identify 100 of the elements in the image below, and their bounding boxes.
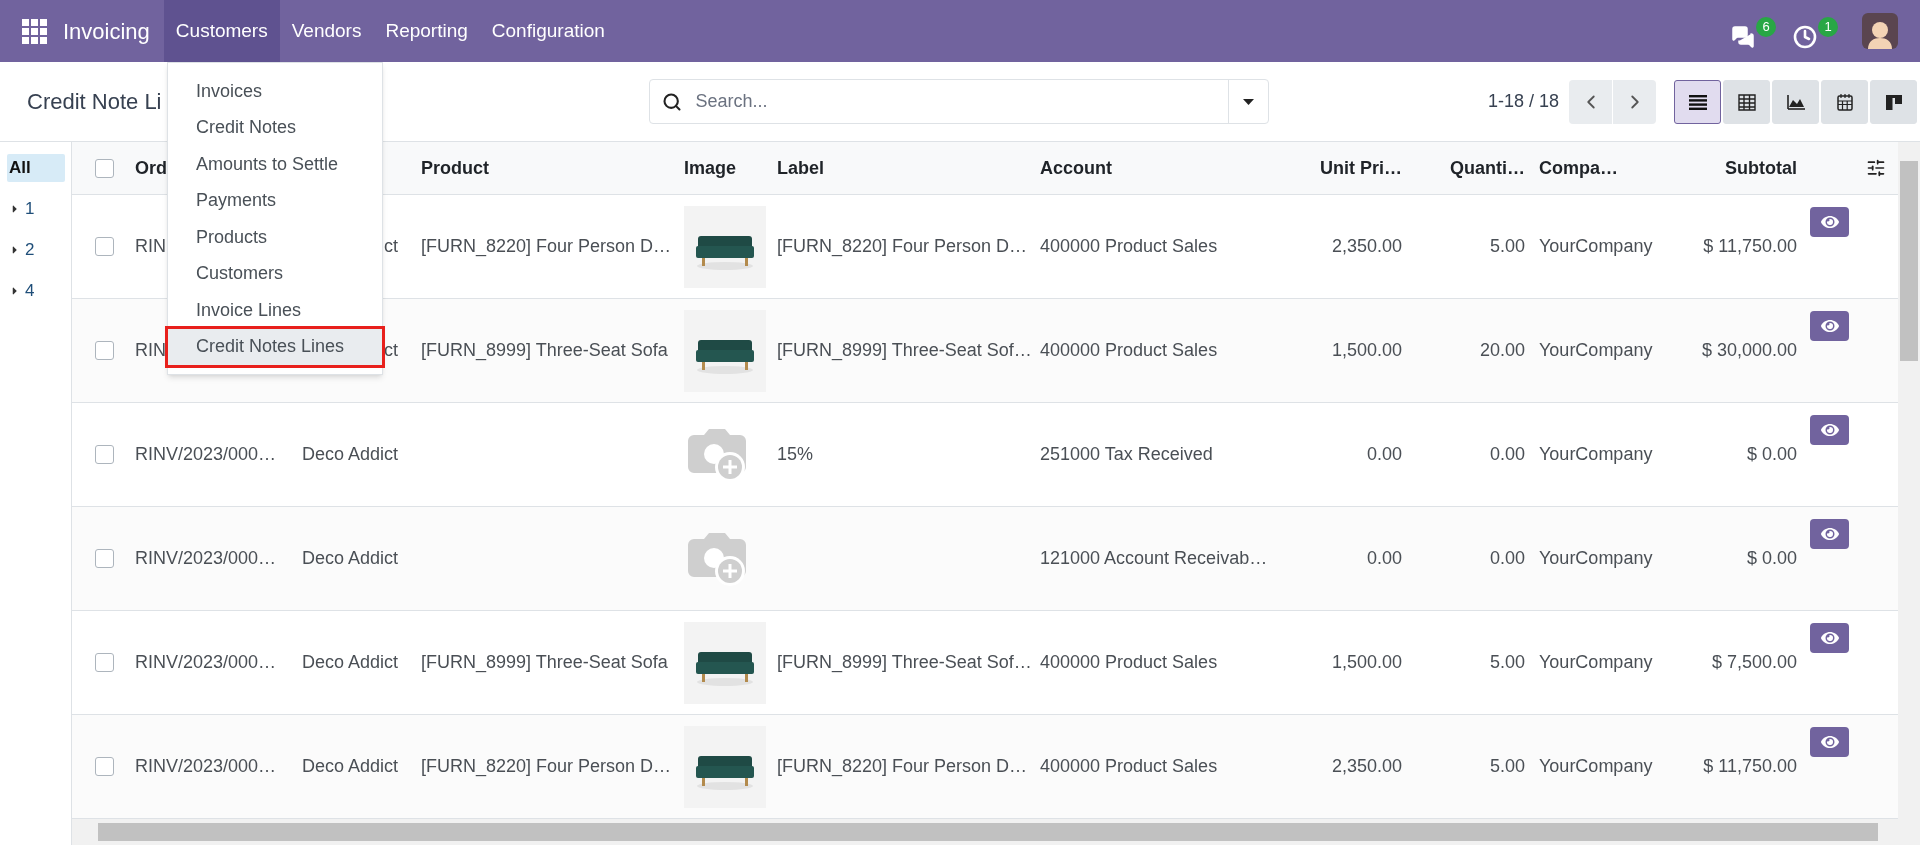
table-cell: Deco Addict xyxy=(301,652,398,672)
dropdown-menu-item[interactable]: Invoices xyxy=(168,73,382,110)
column-header[interactable]: Unit Pri… xyxy=(1300,154,1412,182)
row-checkbox[interactable] xyxy=(95,549,114,568)
table-cell: $ 11,750.00 xyxy=(1703,756,1797,776)
count-badge: 1 xyxy=(1818,17,1838,37)
table-cell: YourCompany xyxy=(1539,236,1653,256)
optional-columns-icon[interactable] xyxy=(1866,158,1886,178)
apps-grid-icon[interactable] xyxy=(22,18,47,44)
view-button[interactable] xyxy=(1810,311,1849,341)
table-cell: $ 11,750.00 xyxy=(1703,236,1797,256)
table-cell: RINV/2023/000… xyxy=(135,652,277,672)
dropdown-menu-item[interactable]: Payments xyxy=(168,182,382,219)
view-switch-button[interactable] xyxy=(1674,79,1721,124)
avatar-icon[interactable] xyxy=(1862,13,1898,49)
table-cell: [FURN_8999] Three-Seat Sofa xyxy=(421,340,668,360)
table-cell: ct xyxy=(384,236,398,256)
search-icon xyxy=(661,91,682,112)
table-cell: RINV/2023/000… xyxy=(135,444,277,464)
table-cell: Deco Addict xyxy=(301,444,398,464)
eye-icon xyxy=(1820,629,1839,647)
dropdown-menu-item[interactable]: Products xyxy=(168,219,382,256)
table-cell: 0.00 xyxy=(1366,444,1402,464)
menu-item[interactable]: Customers xyxy=(163,0,280,62)
table-cell: 0.00 xyxy=(1489,548,1525,568)
table-cell: 15% xyxy=(777,444,814,464)
table-cell: 2,350.00 xyxy=(1331,236,1402,256)
pager-value: 1-18 / 18 xyxy=(1487,90,1559,113)
table-cell: $ 0.00 xyxy=(1746,548,1797,568)
view-button[interactable] xyxy=(1810,415,1849,445)
filter-item[interactable]: 2 xyxy=(7,236,65,264)
row-checkbox[interactable] xyxy=(95,757,114,776)
table-cell: 0.00 xyxy=(1366,548,1402,568)
page-title: Credit Note Li xyxy=(27,88,162,116)
column-header[interactable]: Label xyxy=(767,154,1030,182)
dropdown-menu-item[interactable]: Invoice Lines xyxy=(168,292,382,329)
horizontal-scrollbar[interactable] xyxy=(72,819,1920,845)
table-cell: Deco Addict xyxy=(301,548,398,568)
table-cell: 400000 Product Sales xyxy=(1040,756,1218,776)
eye-icon xyxy=(1820,213,1839,231)
table-cell: YourCompany xyxy=(1539,652,1653,672)
menu-item[interactable]: Configuration xyxy=(479,0,617,62)
table-cell: YourCompany xyxy=(1539,444,1653,464)
column-header[interactable]: Subtotal xyxy=(1660,154,1807,182)
table-cell: [FURN_8999] Three-Seat Sof… xyxy=(777,652,1032,672)
table-cell: 5.00 xyxy=(1489,236,1525,256)
table-cell: 0.00 xyxy=(1489,444,1525,464)
menu-item[interactable]: Reporting xyxy=(373,0,480,62)
table-cell: [FURN_8220] Four Person D… xyxy=(421,236,672,256)
notification-button[interactable] xyxy=(1792,23,1818,51)
table-cell: RIN xyxy=(135,340,166,360)
eye-icon xyxy=(1820,525,1839,543)
clock-icon xyxy=(1793,25,1817,49)
dropdown-menu-item[interactable]: Credit Notes Lines xyxy=(168,328,382,365)
row-checkbox[interactable] xyxy=(95,445,114,464)
vertical-scrollbar[interactable] xyxy=(1898,142,1920,819)
table-cell: RINV/2023/000… xyxy=(135,756,277,776)
table-cell: RIN xyxy=(135,236,166,256)
menu-item[interactable]: Vendors xyxy=(279,0,374,62)
app-name[interactable]: Invoicing xyxy=(63,14,164,48)
search-field[interactable]: Search... xyxy=(648,79,1269,124)
dropdown-menu-item[interactable]: Customers xyxy=(168,255,382,292)
table-cell: YourCompany xyxy=(1539,340,1653,360)
view-button[interactable] xyxy=(1810,519,1849,549)
table-cell: $ 30,000.00 xyxy=(1701,340,1797,360)
search-input[interactable]: Search... xyxy=(695,88,1228,115)
table-cell: Deco Addict xyxy=(301,756,398,776)
dropdown-menu-item[interactable]: Credit Notes xyxy=(168,109,382,146)
row-checkbox[interactable] xyxy=(95,237,114,256)
column-header[interactable]: Product xyxy=(411,154,674,182)
column-header[interactable]: Account xyxy=(1030,154,1300,182)
table-cell: $ 0.00 xyxy=(1746,444,1797,464)
calendar-icon xyxy=(1834,91,1855,112)
column-header[interactable]: Quanti… xyxy=(1412,154,1535,182)
table-cell: 400000 Product Sales xyxy=(1040,652,1218,672)
filter-item[interactable]: 4 xyxy=(7,277,65,305)
table-cell: [FURN_8220] Four Person D… xyxy=(777,236,1028,256)
row-checkbox[interactable] xyxy=(95,341,114,360)
column-header[interactable]: Compa… xyxy=(1535,154,1660,182)
view-button[interactable] xyxy=(1810,727,1849,757)
table-cell: YourCompany xyxy=(1539,548,1653,568)
table-cell: 1,500.00 xyxy=(1331,652,1402,672)
table-cell: 400000 Product Sales xyxy=(1040,340,1218,360)
column-header[interactable]: Image xyxy=(674,154,767,182)
eye-icon xyxy=(1820,421,1839,439)
eye-icon xyxy=(1820,733,1839,751)
view-button[interactable] xyxy=(1810,623,1849,653)
filter-item[interactable]: 1 xyxy=(7,195,65,223)
table-cell: 400000 Product Sales xyxy=(1040,236,1218,256)
table-cell: 20.00 xyxy=(1479,340,1525,360)
view-button[interactable] xyxy=(1810,207,1849,237)
select-all-checkbox[interactable] xyxy=(95,158,114,178)
filter-item[interactable]: All xyxy=(7,154,65,182)
table-cell: [FURN_8999] Three-Seat Sofa xyxy=(421,652,668,672)
table-cell: [FURN_8220] Four Person D… xyxy=(777,756,1028,776)
table-cell: 5.00 xyxy=(1489,652,1525,672)
dropdown-menu-item[interactable]: Amounts to Settle xyxy=(168,146,382,183)
row-checkbox[interactable] xyxy=(95,653,114,672)
notification-button[interactable] xyxy=(1730,23,1756,51)
table-cell: $ 7,500.00 xyxy=(1711,652,1797,672)
